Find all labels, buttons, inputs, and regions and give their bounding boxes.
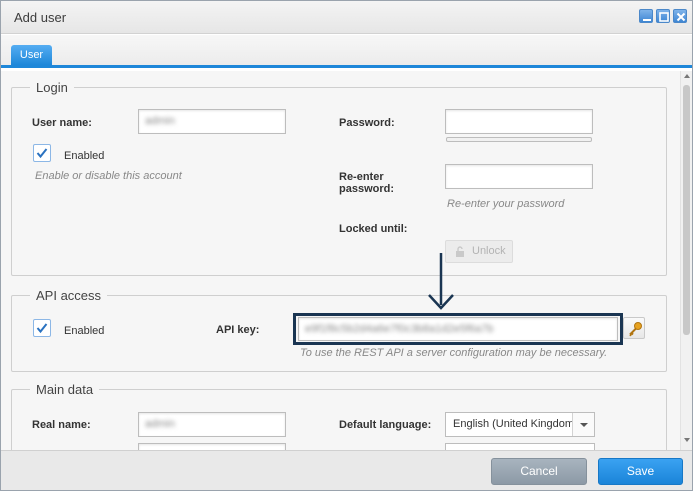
window-title: Add user <box>14 10 67 25</box>
tab-user[interactable]: User <box>11 45 52 65</box>
api-enabled-checkbox[interactable] <box>33 319 51 337</box>
api-enabled-label: Enabled <box>64 325 105 337</box>
login-enabled-checkbox[interactable] <box>33 144 51 162</box>
reenter-password-input[interactable] <box>445 164 593 189</box>
generate-key-button[interactable] <box>623 317 645 339</box>
vertical-scrollbar[interactable] <box>680 71 692 450</box>
maximize-icon[interactable] <box>656 9 670 23</box>
unlock-label: Unlock <box>472 245 506 257</box>
chevron-down-icon[interactable] <box>572 413 594 436</box>
key-icon <box>629 322 642 337</box>
api-key-input[interactable]: e9f1f8c5b2d4a6e7f0c3b8a1d2e5f6a7b <box>298 317 618 341</box>
reenter-hint: Re-enter your password <box>447 198 565 210</box>
second-select[interactable] <box>445 443 595 450</box>
reenter-label-line2: password: <box>339 183 395 195</box>
reenter-label-line1: Re-enter <box>339 171 384 183</box>
locked-until-label: Locked until: <box>339 223 408 235</box>
scroll-thumb[interactable] <box>683 85 690 335</box>
add-user-dialog: Add user User Login User name: admin Ena… <box>0 0 693 491</box>
second-field-input[interactable] <box>138 443 286 450</box>
cancel-button[interactable]: Cancel <box>491 458 587 485</box>
password-input[interactable] <box>445 109 593 134</box>
realname-value: admin <box>145 418 175 430</box>
arrow-down-icon <box>428 253 454 310</box>
minimize-icon[interactable] <box>639 9 653 23</box>
default-language-label: Default language: <box>339 419 432 431</box>
scroll-down-icon[interactable] <box>684 438 690 442</box>
scroll-up-icon[interactable] <box>684 74 690 78</box>
username-label: User name: <box>32 117 92 129</box>
login-enabled-hint: Enable or disable this account <box>35 170 182 182</box>
default-language-select[interactable]: English (United Kingdom) <box>445 412 595 437</box>
form-content: Login User name: admin Enabled Enable or… <box>1 71 680 450</box>
realname-label: Real name: <box>32 419 91 431</box>
login-legend: Login <box>36 80 68 95</box>
realname-input[interactable]: admin <box>138 412 286 437</box>
default-language-value: English (United Kingdom) <box>453 418 573 430</box>
close-icon[interactable] <box>673 9 687 23</box>
password-label: Password: <box>339 117 395 129</box>
unlock-button[interactable]: Unlock <box>445 240 513 263</box>
checkmark-icon <box>36 148 48 159</box>
title-bar: Add user <box>1 1 692 34</box>
username-input[interactable]: admin <box>138 109 286 134</box>
lock-icon <box>456 246 464 257</box>
api-key-value: e9f1f8c5b2d4a6e7f0c3b8a1d2e5f6a7b <box>305 323 494 335</box>
dialog-footer: Cancel Save <box>1 450 692 490</box>
main-data-legend: Main data <box>36 382 94 397</box>
login-enabled-label: Enabled <box>64 150 105 162</box>
tab-bar: User <box>1 35 692 68</box>
api-key-label: API key: <box>216 324 260 336</box>
save-button[interactable]: Save <box>598 458 683 485</box>
checkmark-icon <box>36 323 48 334</box>
api-hint: To use the REST API a server configurati… <box>300 347 608 359</box>
username-value: admin <box>145 115 175 127</box>
api-access-legend: API access <box>36 288 102 303</box>
password-strength-meter <box>446 137 592 142</box>
